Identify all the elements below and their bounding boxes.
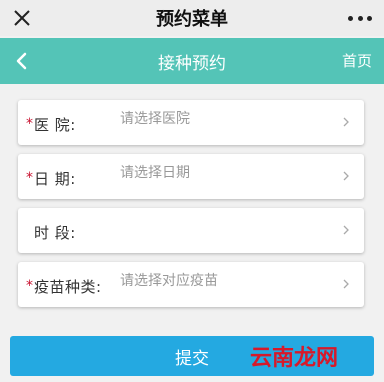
required-marker: *: [26, 116, 33, 132]
watermark-logo: 云南龙网: [250, 346, 339, 371]
window-title: 预约菜单: [156, 9, 228, 30]
more-options-icon[interactable]: [348, 10, 372, 26]
time-slot-select[interactable]: 时 段:: [18, 208, 364, 253]
vaccine-type-value: 请选择对应疫苗: [120, 273, 218, 289]
chevron-right-icon: [343, 117, 349, 127]
chevron-right-icon: [343, 279, 349, 289]
hospital-value: 请选择医院: [120, 111, 190, 127]
window-titlebar: 预约菜单: [0, 0, 384, 36]
vaccine-type-select[interactable]: * 疫苗种类: 请选择对应疫苗: [18, 262, 364, 307]
close-icon[interactable]: [10, 6, 34, 30]
back-arrow-icon[interactable]: [12, 51, 32, 71]
home-link[interactable]: 首页: [342, 50, 372, 71]
time-slot-label: 时 段:: [34, 224, 76, 242]
required-marker: *: [26, 278, 33, 294]
chevron-right-icon: [343, 171, 349, 181]
date-select[interactable]: * 日 期: 请选择日期: [18, 154, 364, 199]
date-value: 请选择日期: [120, 165, 190, 181]
hospital-select[interactable]: * 医 院: 请选择医院: [18, 100, 364, 145]
page-title: 接种预约: [158, 53, 226, 74]
vaccine-type-label: 疫苗种类:: [34, 278, 102, 296]
submit-label: 提交: [175, 348, 209, 369]
required-marker: *: [26, 170, 33, 186]
chevron-right-icon: [343, 225, 349, 235]
hospital-label: 医 院:: [34, 116, 76, 134]
navigation-bar: 接种预约 首页: [0, 38, 384, 84]
date-label: 日 期:: [34, 170, 76, 188]
